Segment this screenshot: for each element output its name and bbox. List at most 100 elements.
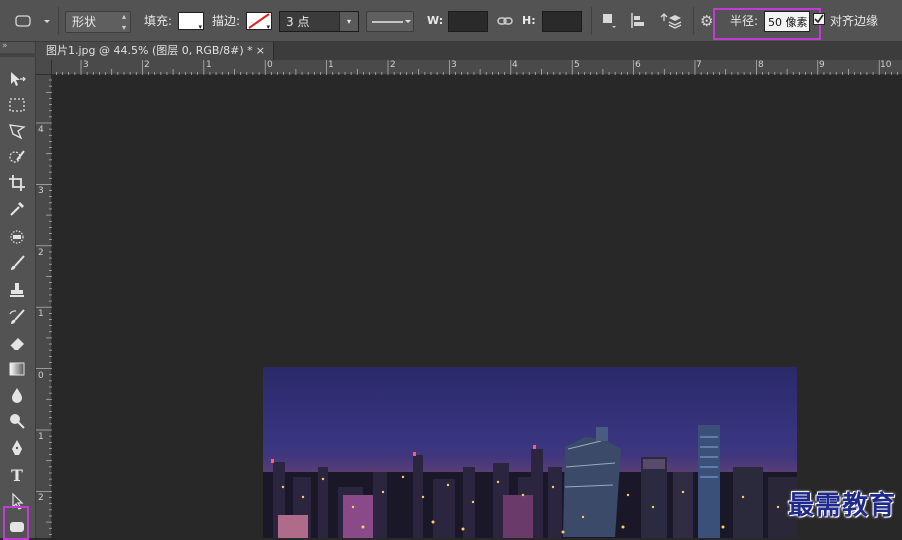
ruler-label: 5 [574, 60, 580, 70]
city-night-photo[interactable] [263, 367, 797, 538]
move-arrow-icon [11, 72, 26, 86]
blur-tool[interactable] [5, 384, 29, 406]
ruler-label: 1 [38, 432, 44, 442]
ruler-label: 4 [512, 60, 518, 70]
ruler-label: 4 [38, 125, 44, 135]
brush-icon [11, 255, 25, 270]
ruler-label: 1 [38, 309, 44, 319]
vertical-ruler[interactable]: 4 3 2 1 0 1 2 [36, 75, 52, 538]
horizontal-ruler[interactable]: 3 2 1 0 1 2 3 4 5 6 7 8 9 10 [52, 60, 902, 75]
marquee-rect-icon [9, 98, 25, 112]
separator [58, 7, 59, 35]
water-drop-icon [12, 388, 22, 403]
history-brush-icon [9, 309, 25, 324]
stamp-icon [10, 283, 24, 297]
panel-grip[interactable] [0, 53, 36, 57]
healing-bandage-icon [10, 230, 24, 244]
chevron-down-icon: ▾ [266, 23, 270, 30]
polygonal-lasso-icon [9, 124, 26, 140]
pen-nib-icon [12, 440, 22, 455]
ruler-label: 2 [390, 60, 396, 70]
ruler-label: 3 [83, 60, 89, 70]
ruler-label: 2 [144, 60, 150, 70]
quick-selection-tool[interactable] [5, 146, 29, 168]
ruler-label: 7 [696, 60, 702, 70]
crop-tool[interactable] [5, 172, 29, 194]
spot-healing-tool[interactable] [5, 226, 29, 248]
ruler-label: 10 [880, 60, 892, 70]
history-brush-tool[interactable] [5, 306, 29, 328]
clone-stamp-tool[interactable] [5, 279, 29, 301]
ruler-label: 2 [38, 248, 44, 258]
ruler-origin[interactable] [36, 60, 52, 75]
updown-icon: ▴ ▾ [121, 12, 126, 32]
stroke-width-dropdown[interactable]: ▾ [339, 12, 358, 31]
ruler-label: 3 [38, 186, 44, 196]
fill-swatch[interactable]: ▾ [178, 12, 204, 31]
tools-panel: » T [0, 41, 36, 540]
gradient-icon [9, 362, 25, 376]
shape-mode-select[interactable]: 形状 ▴ ▾ [65, 11, 131, 33]
move-tool[interactable] [5, 68, 29, 90]
rounded-rectangle-icon [15, 15, 50, 27]
crop-icon [9, 175, 25, 191]
height-label: H: [522, 14, 536, 27]
ruler-label: 0 [38, 371, 44, 381]
width-label: W: [427, 14, 444, 27]
radius-value: 50 像素 [768, 16, 808, 29]
width-input[interactable] [448, 11, 488, 32]
type-t-icon: T [11, 465, 23, 485]
path-operations-icon[interactable] [600, 11, 618, 31]
lasso-tool[interactable] [5, 120, 29, 142]
horizontal-ruler-ticks [56, 60, 898, 75]
separator [693, 7, 694, 35]
quick-selection-brush-icon [9, 150, 25, 163]
ruler-label: 1 [328, 60, 334, 70]
stroke-width-value: 3 点 [286, 15, 310, 29]
ruler-label: 6 [635, 60, 641, 70]
ruler-label: 8 [758, 60, 764, 70]
align-edges-label: 对齐边缘 [830, 14, 879, 28]
brush-tool[interactable] [5, 252, 29, 274]
link-chain-icon[interactable] [497, 12, 513, 30]
height-input[interactable] [542, 11, 582, 32]
eyedropper-tool[interactable] [5, 198, 29, 220]
close-tab-icon[interactable]: × [256, 42, 265, 60]
document-tab-title: 图片1.jpg @ 44.5% (图层 0, RGB/8#) * [46, 44, 253, 57]
radius-input[interactable]: 50 像素 [764, 11, 810, 32]
solid-line-icon [372, 20, 411, 23]
stroke-width-field[interactable]: 3 点 ▾ [279, 11, 359, 32]
checkmark-icon [814, 14, 824, 24]
stroke-swatch[interactable]: ▾ [246, 12, 272, 30]
align-edges-checkbox[interactable] [813, 13, 825, 25]
dodge-tool[interactable] [5, 410, 29, 432]
eyedropper-icon [10, 202, 24, 216]
tool-highlight-box [3, 506, 29, 540]
marquee-tool[interactable] [5, 94, 29, 116]
ruler-label: 9 [819, 60, 825, 70]
separator [591, 7, 592, 35]
watermark-logo: 最需教育 [787, 491, 896, 521]
dodge-icon [10, 414, 25, 429]
ruler-label: 0 [267, 60, 273, 70]
ruler-label: 2 [38, 493, 44, 503]
stroke-label: 描边: [212, 14, 241, 28]
ruler-label: 1 [206, 60, 212, 70]
options-bar: 形状 ▴ ▾ 填充: ▾ 描边: ▾ 3 点 ▾ W: H: ⚙ 半径: 50 像… [0, 0, 902, 42]
path-arrangement-icon[interactable] [660, 11, 682, 31]
vertical-ruler-ticks [36, 79, 52, 535]
chevron-down-icon: ▾ [198, 23, 202, 31]
path-alignment-icon[interactable] [629, 11, 647, 31]
tool-preset-picker[interactable] [6, 10, 54, 32]
stroke-type-select[interactable] [366, 11, 414, 32]
city-skyline-image [263, 367, 797, 538]
gradient-tool[interactable] [5, 358, 29, 380]
collapse-panel-icon[interactable]: » [2, 41, 8, 51]
ruler-label: 3 [451, 60, 457, 70]
eraser-tool[interactable] [5, 332, 29, 354]
document-tab-bar: 图片1.jpg @ 44.5% (图层 0, RGB/8#) * × [36, 42, 902, 60]
type-tool[interactable]: T [5, 464, 29, 486]
pen-tool[interactable] [5, 437, 29, 459]
document-tab[interactable]: 图片1.jpg @ 44.5% (图层 0, RGB/8#) * × [36, 42, 274, 60]
eraser-icon [9, 338, 24, 351]
